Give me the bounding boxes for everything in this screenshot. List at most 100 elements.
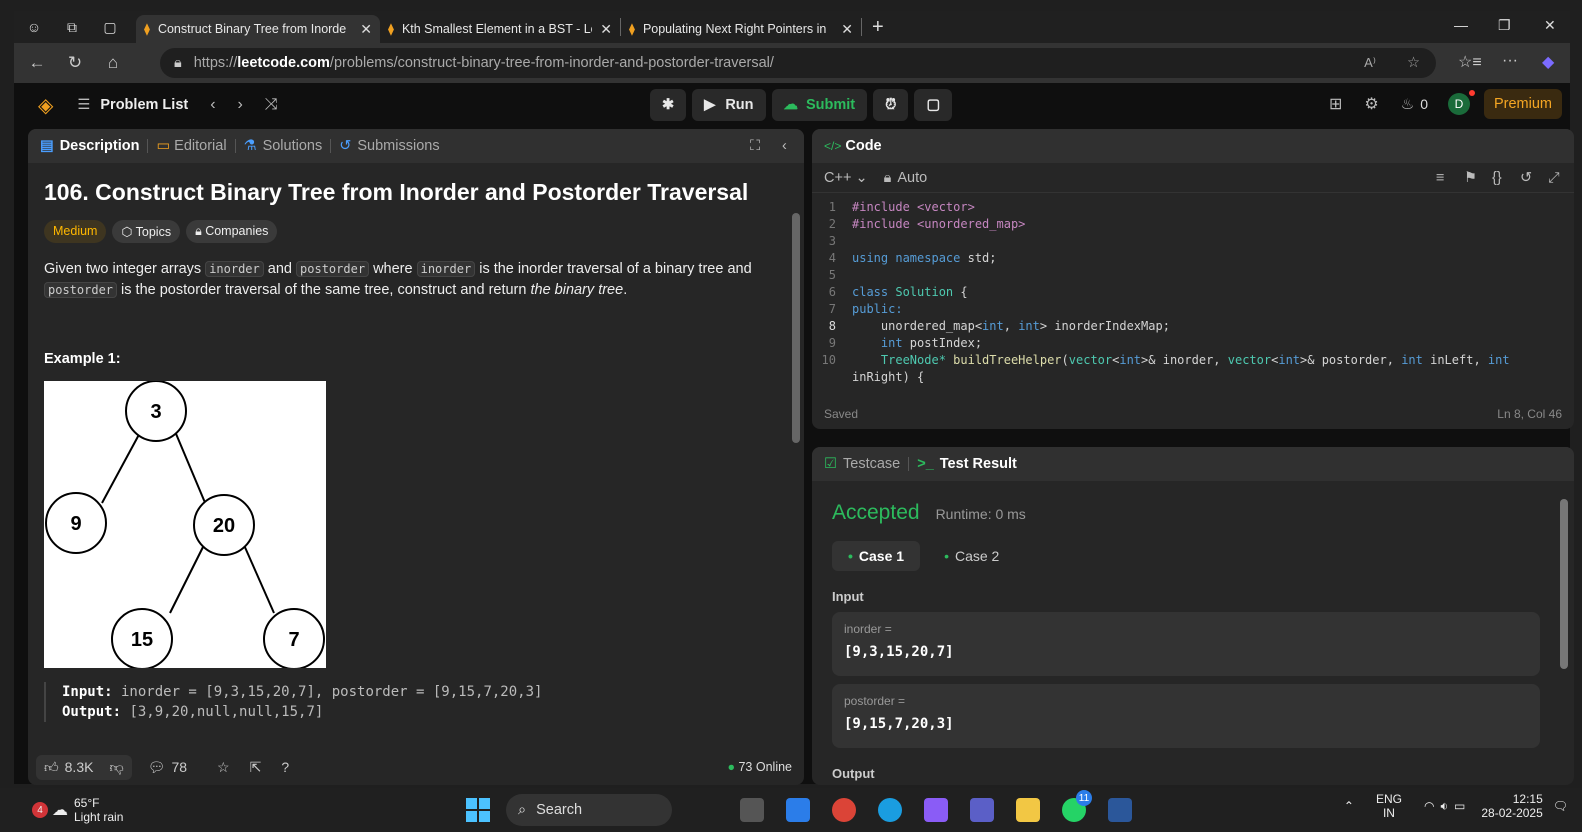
profile-icon[interactable]: ☺ <box>24 17 44 37</box>
next-problem-icon[interactable]: › <box>238 96 243 114</box>
weather-widget[interactable]: 4 ☁ 65°F Light rain <box>32 796 123 824</box>
reset-icon[interactable]: ↺ <box>1520 170 1532 186</box>
tab-testcase[interactable]: ☑ Testcase <box>824 456 900 472</box>
minimize-icon[interactable]: — <box>1454 17 1468 33</box>
book-icon: ▭ <box>156 138 171 154</box>
browser-tab-3[interactable]: ⧫ Populating Next Right Pointers in ✕ <box>621 15 861 43</box>
topics-chip[interactable]: ⬡ Topics <box>112 220 181 243</box>
url-scheme: https:// <box>193 55 238 71</box>
browser-window: ☺ ⧉ ▢ ⧫ Construct Binary Tree from Inord… <box>14 11 1574 785</box>
clock-time: 12:15 <box>1512 792 1543 806</box>
notes-button[interactable]: ▢ <box>914 89 953 121</box>
weather-desc: Light rain <box>74 810 124 824</box>
like-button[interactable]: 👍︎ 8.3K 👎︎ <box>36 754 132 780</box>
battery-icon[interactable]: ▭ <box>1454 799 1465 813</box>
back-icon[interactable]: ← <box>22 53 52 73</box>
problem-list-button[interactable]: ☰ Problem List <box>77 97 188 113</box>
description-scrollbar[interactable] <box>792 213 800 443</box>
run-button[interactable]: ▶ Run <box>692 89 766 121</box>
language-indicator[interactable]: ENG IN <box>1376 792 1402 820</box>
lock-icon[interactable]: 🔒︎ <box>174 55 182 71</box>
cursor-position: Ln 8, Col 46 <box>1497 407 1562 421</box>
close-tab-icon[interactable]: ✕ <box>360 21 372 38</box>
tree-node-label: 20 <box>213 515 235 537</box>
word-icon[interactable] <box>1108 798 1132 822</box>
expand-icon[interactable]: ⤢ <box>1548 170 1560 186</box>
favorite-star-icon[interactable]: ☆ <box>1407 55 1420 71</box>
close-tab-icon[interactable]: ✕ <box>841 21 853 38</box>
tab-description[interactable]: ▤ Description <box>40 138 139 154</box>
tab-submissions[interactable]: ↺ Submissions <box>339 138 439 154</box>
refresh-icon[interactable]: ↻ <box>60 53 90 73</box>
debug-button[interactable]: ✱ <box>650 89 687 121</box>
comment-count: 78 <box>171 759 188 775</box>
chrome-icon[interactable] <box>832 798 856 822</box>
file-explorer-icon[interactable] <box>1016 798 1040 822</box>
prev-problem-icon[interactable]: ‹ <box>210 96 215 114</box>
wifi-icon[interactable]: ◠ <box>1424 799 1434 813</box>
home-icon[interactable]: ⌂ <box>98 53 128 73</box>
collapse-panel-icon[interactable]: ‹ <box>782 138 787 154</box>
case-2-tab[interactable]: • Case 2 <box>928 541 1015 571</box>
code-editor[interactable]: 1 #include <vector> 2 #include <unordered_… <box>812 193 1574 386</box>
input-value: [9,15,7,20,3] <box>844 716 954 732</box>
tab-editorial[interactable]: ▭ Editorial <box>156 138 226 154</box>
braces-icon[interactable]: {} <box>1492 170 1502 186</box>
teams-icon[interactable] <box>970 798 994 822</box>
star-icon[interactable]: ☆ <box>217 759 230 776</box>
help-icon[interactable]: ? <box>281 759 289 775</box>
favorites-icon[interactable]: ☆≡ <box>1458 52 1482 72</box>
tab-test-result[interactable]: >_ Test Result <box>917 456 1017 472</box>
chevron-up-icon[interactable]: ⌃ <box>1344 799 1354 813</box>
submit-button[interactable]: ☁ Submit <box>771 89 868 121</box>
case-1-tab[interactable]: • Case 1 <box>832 541 921 571</box>
online-label: 73 Online <box>738 760 792 774</box>
edge-icon[interactable] <box>878 798 902 822</box>
fullscreen-icon[interactable]: ⛶ <box>750 138 760 154</box>
thumbs-down-icon[interactable]: 👎︎ <box>109 759 123 776</box>
problem-title[interactable]: 106. Construct Binary Tree from Inorder … <box>44 179 804 206</box>
copilot-app-icon[interactable] <box>924 798 948 822</box>
layout-grid-icon[interactable]: ⊞ <box>1329 94 1342 114</box>
url-domain: leetcode.com <box>237 55 330 71</box>
task-view-icon[interactable] <box>740 798 764 822</box>
restore-icon[interactable]: ❐ <box>1498 17 1511 34</box>
tab-divider <box>861 18 862 36</box>
companies-chip[interactable]: 🔒︎ Companies <box>186 220 278 243</box>
bookmark-icon[interactable]: ⚑ <box>1464 170 1477 186</box>
timer-button[interactable]: ⏰︎ <box>873 89 909 121</box>
whatsapp-icon[interactable]: 11 <box>1062 790 1092 822</box>
leetcode-favicon-icon: ⧫ <box>144 22 150 36</box>
url-field[interactable]: 🔒︎ https://leetcode.com/problems/constru… <box>160 48 1436 78</box>
close-tab-icon[interactable]: ✕ <box>600 21 612 38</box>
comment-icon[interactable]: 💬︎ <box>148 759 166 776</box>
tab-actions-icon[interactable]: ▢ <box>100 17 120 37</box>
clock[interactable]: 12:15 28-02-2025 <box>1481 792 1542 820</box>
read-aloud-icon[interactable]: A⁾ <box>1364 55 1376 71</box>
workspaces-icon[interactable]: ⧉ <box>62 17 82 37</box>
close-window-icon[interactable]: ✕ <box>1544 17 1556 34</box>
new-tab-button[interactable]: + <box>872 16 884 39</box>
store-icon[interactable] <box>786 798 810 822</box>
format-icon[interactable]: ≡ <box>1436 170 1444 186</box>
shuffle-icon[interactable]: ⤨ <box>265 96 278 114</box>
more-icon[interactable]: ··· <box>1502 52 1518 70</box>
settings-gear-icon[interactable]: ⚙ <box>1364 94 1378 114</box>
browser-tab-1[interactable]: ⧫ Construct Binary Tree from Inorde ✕ <box>136 15 380 43</box>
volume-icon[interactable]: 🔉︎ <box>1440 799 1448 814</box>
share-icon[interactable]: ⇱ <box>250 759 262 776</box>
notifications-icon[interactable]: 🗨︎ <box>1553 799 1568 813</box>
taskbar-search[interactable]: ⌕ Search <box>506 794 672 826</box>
language-select[interactable]: C++ ⌄ <box>824 170 868 186</box>
browser-tab-2[interactable]: ⧫ Kth Smallest Element in a BST - Le ✕ <box>380 15 620 43</box>
streak-flame-icon[interactable]: ♨ <box>1401 95 1414 113</box>
avatar[interactable]: D <box>1447 90 1475 115</box>
tab-solutions[interactable]: ⚗ Solutions <box>244 138 323 154</box>
copilot-icon[interactable]: ◆ <box>1542 52 1554 72</box>
result-scrollbar[interactable] <box>1560 499 1568 669</box>
auto-mode-label[interactable]: Auto <box>897 170 927 186</box>
windows-start-icon[interactable] <box>466 798 490 822</box>
leetcode-logo-icon[interactable]: ◈ <box>38 93 53 118</box>
premium-button[interactable]: Premium <box>1483 89 1562 119</box>
problem-list-label: Problem List <box>100 97 189 113</box>
